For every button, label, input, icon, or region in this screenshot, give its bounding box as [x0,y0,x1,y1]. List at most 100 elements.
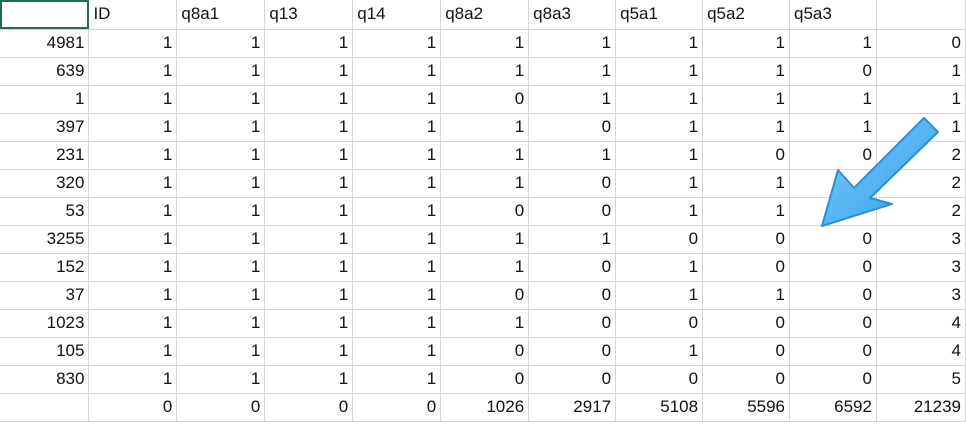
table-cell[interactable]: 1 [176,57,266,86]
column-header-cell[interactable]: q8a2 [440,0,530,30]
table-cell[interactable]: 1 [0,85,90,114]
table-cell[interactable]: 1 [176,113,266,142]
table-cell[interactable]: 0 [876,29,966,58]
table-cell[interactable]: 1 [440,253,530,282]
table-cell[interactable]: 5 [876,365,966,394]
table-cell[interactable]: 1 [88,337,178,366]
table-cell[interactable]: 0 [176,393,266,422]
column-header-cell[interactable] [876,0,966,30]
table-cell[interactable]: 1 [88,197,178,226]
table-cell[interactable]: 0 [702,141,791,170]
table-cell[interactable]: 1 [88,365,178,394]
table-cell[interactable]: 53 [0,197,90,226]
table-cell[interactable]: 1 [615,57,704,86]
table-cell[interactable]: 1 [176,253,266,282]
table-cell[interactable]: 1 [440,113,530,142]
table-cell[interactable]: 1 [789,113,877,142]
table-cell[interactable]: 1 [264,337,354,366]
table-cell[interactable]: 152 [0,253,90,282]
table-cell[interactable]: 37 [0,281,90,310]
table-cell[interactable]: 0 [528,113,617,142]
table-cell[interactable]: 2 [876,141,966,170]
table-cell[interactable]: 0 [789,253,877,282]
table-cell[interactable]: 1 [176,169,266,198]
table-cell[interactable]: 1 [440,309,530,338]
table-cell[interactable]: 1 [702,197,791,226]
table-cell[interactable]: 1 [88,225,178,254]
table-cell[interactable]: 320 [0,169,90,198]
table-cell[interactable]: 2917 [528,393,617,422]
table-cell[interactable]: 1 [615,169,704,198]
column-header-cell[interactable]: q14 [352,0,442,30]
column-header-cell[interactable]: q5a1 [615,0,704,30]
table-cell[interactable]: 1 [615,197,704,226]
table-cell[interactable]: 4 [876,309,966,338]
table-cell[interactable]: 1 [88,169,178,198]
table-cell[interactable]: 1 [352,57,442,86]
table-cell[interactable]: 1 [88,113,178,142]
table-cell[interactable]: 1 [88,141,178,170]
table-cell[interactable]: 1 [615,29,704,58]
table-cell[interactable]: 21239 [876,393,966,422]
table-cell[interactable]: 3 [876,281,966,310]
table-cell[interactable] [789,197,877,226]
table-cell[interactable]: 0 [528,169,617,198]
table-cell[interactable]: 1 [176,141,266,170]
table-cell[interactable]: 0 [352,393,442,422]
table-cell[interactable]: 1 [264,309,354,338]
table-cell[interactable]: 1 [264,29,354,58]
table-cell[interactable]: 1 [352,197,442,226]
table-cell[interactable]: 0 [789,309,877,338]
table-cell[interactable]: 1 [352,169,442,198]
column-header-cell[interactable]: q8a1 [176,0,266,30]
table-cell[interactable]: 1 [789,29,877,58]
table-cell[interactable] [0,393,90,422]
table-cell[interactable]: 1 [528,141,617,170]
table-cell[interactable]: 0 [264,393,354,422]
table-cell[interactable]: 1 [352,29,442,58]
table-cell[interactable]: 1 [702,57,791,86]
table-cell[interactable]: 1 [528,225,617,254]
table-cell[interactable]: 1 [264,113,354,142]
table-cell[interactable]: 0 [789,225,877,254]
table-cell[interactable]: 0 [528,365,617,394]
table-cell[interactable]: 1 [88,29,178,58]
table-cell[interactable]: 105 [0,337,90,366]
table-cell[interactable]: 1 [876,85,966,114]
table-cell[interactable]: 1 [352,365,442,394]
table-cell[interactable]: 1 [176,85,266,114]
table-cell[interactable]: 1 [88,85,178,114]
table-cell[interactable]: 1 [352,281,442,310]
table-cell[interactable]: 1 [176,337,266,366]
table-cell[interactable]: 1 [528,29,617,58]
table-cell[interactable]: 2 [876,169,966,198]
table-cell[interactable]: 6592 [789,393,877,422]
table-cell[interactable]: 1 [528,85,617,114]
column-header-cell[interactable]: q5a3 [789,0,877,30]
table-cell[interactable]: 1 [440,57,530,86]
table-cell[interactable]: 1 [264,141,354,170]
table-cell[interactable]: 0 [528,281,617,310]
table-cell[interactable]: 1 [702,281,791,310]
table-cell[interactable]: 0 [702,253,791,282]
table-cell[interactable]: 0 [615,309,704,338]
column-header-cell[interactable] [0,0,90,30]
table-cell[interactable]: 1 [876,113,966,142]
table-cell[interactable]: 1 [88,57,178,86]
table-cell[interactable]: 1 [264,281,354,310]
table-cell[interactable] [789,169,877,198]
table-cell[interactable]: 1 [264,57,354,86]
table-cell[interactable]: 3255 [0,225,90,254]
table-cell[interactable]: 1 [176,309,266,338]
table-cell[interactable]: 1 [615,113,704,142]
table-cell[interactable]: 1 [702,29,791,58]
table-cell[interactable]: 1 [88,253,178,282]
table-cell[interactable]: 1 [352,309,442,338]
table-cell[interactable]: 0 [702,309,791,338]
column-header-cell[interactable]: q13 [264,0,354,30]
table-cell[interactable]: 1 [615,281,704,310]
table-cell[interactable]: 1 [176,281,266,310]
table-cell[interactable]: 1026 [440,393,530,422]
table-cell[interactable]: 0 [440,365,530,394]
table-cell[interactable]: 0 [440,281,530,310]
